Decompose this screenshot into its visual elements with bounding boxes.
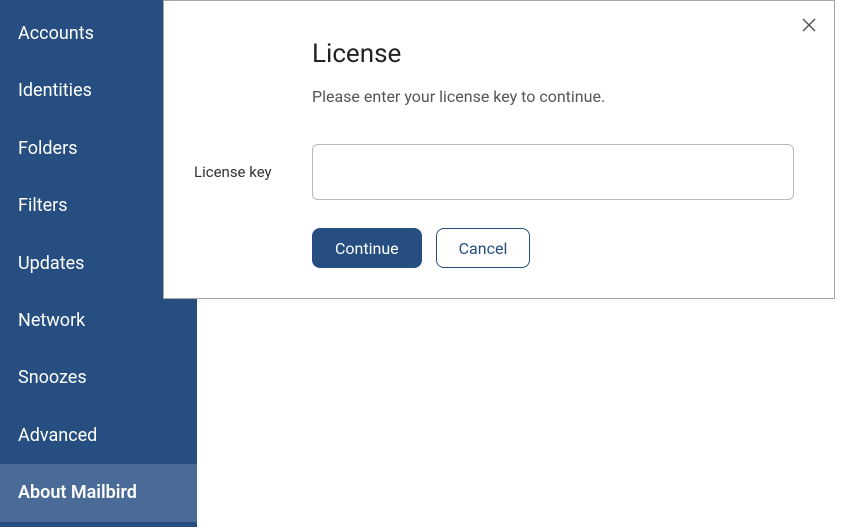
- license-key-label: License key: [194, 163, 312, 181]
- sidebar-item-snoozes[interactable]: Snoozes: [0, 349, 197, 406]
- dialog-description: Please enter your license key to continu…: [312, 87, 794, 106]
- dialog-title: License: [312, 39, 794, 69]
- sidebar-item-advanced[interactable]: Advanced: [0, 407, 197, 464]
- license-key-input[interactable]: [312, 144, 794, 200]
- continue-button[interactable]: Continue: [312, 228, 422, 268]
- sidebar-item-about-mailbird[interactable]: About Mailbird: [0, 464, 197, 521]
- dialog-button-row: Continue Cancel: [312, 228, 794, 268]
- sidebar-item-network[interactable]: Network: [0, 292, 197, 349]
- license-dialog: License Please enter your license key to…: [163, 0, 835, 299]
- close-button[interactable]: [798, 15, 820, 37]
- close-icon: [802, 17, 816, 36]
- cancel-button[interactable]: Cancel: [436, 228, 531, 268]
- license-key-row: License key: [312, 144, 794, 200]
